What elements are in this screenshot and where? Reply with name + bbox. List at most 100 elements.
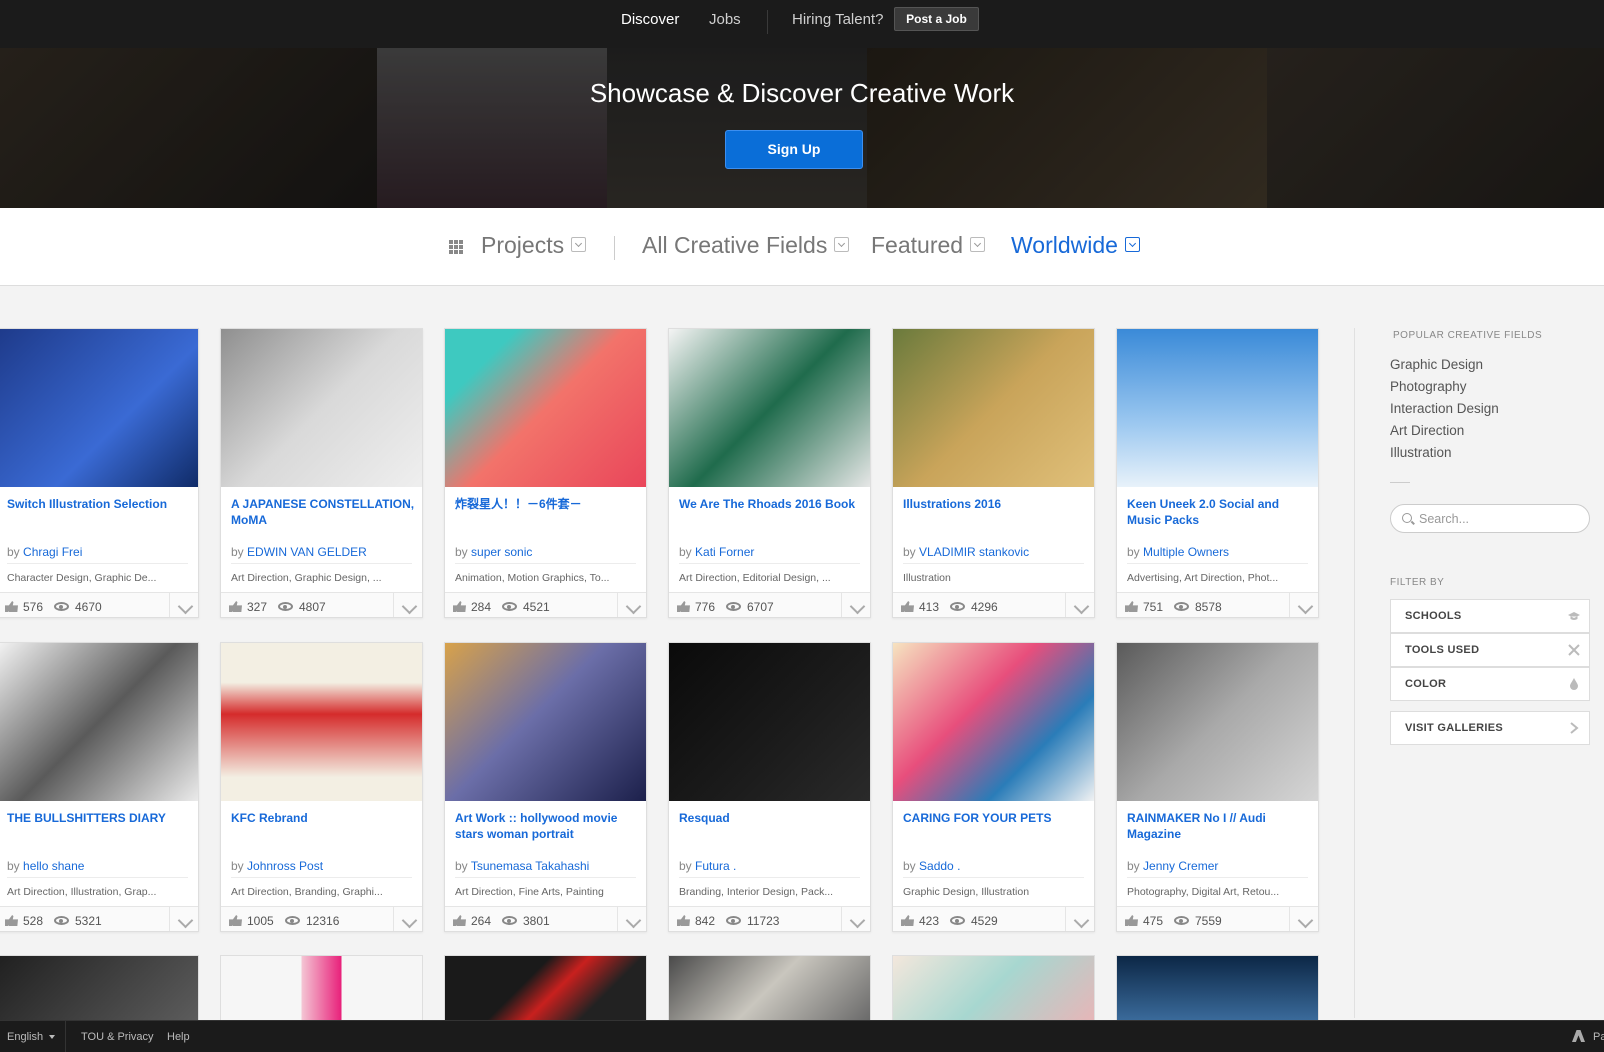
owner-name-link[interactable]: Jenny Cremer [1143, 859, 1218, 873]
project-thumbnail[interactable] [221, 329, 422, 487]
owner-name-link[interactable]: Chragi Frei [23, 545, 82, 559]
help-link[interactable]: Help [167, 1031, 190, 1043]
project-thumbnail-partial[interactable] [444, 955, 647, 1021]
tou-privacy-link[interactable]: TOU & Privacy [81, 1031, 154, 1043]
owner-name-link[interactable]: super sonic [471, 545, 532, 559]
projects-dropdown[interactable]: Projects [481, 232, 587, 259]
project-thumbnail-partial[interactable] [220, 955, 423, 1021]
project-title[interactable]: Switch Illustration Selection [7, 496, 192, 512]
filter-schools[interactable]: SCHOOLS [1390, 599, 1590, 633]
project-card[interactable]: RAINMAKER No I // Audi Magazine by Jenny … [1116, 642, 1319, 932]
project-card[interactable]: CARING FOR YOUR PETS by Saddo . Graphic De… [892, 642, 1095, 932]
owner-name-link[interactable]: VLADIMIR stankovic [919, 545, 1029, 559]
grid-icon [449, 240, 463, 254]
project-card[interactable]: Art Work :: hollywood movie stars woman … [444, 642, 647, 932]
project-thumbnail[interactable] [445, 643, 646, 801]
project-thumbnail[interactable] [0, 643, 198, 801]
project-thumbnail-partial[interactable] [892, 955, 1095, 1021]
sidebar-field-photography[interactable]: Photography [1390, 379, 1467, 394]
visit-galleries-button[interactable]: VISIT GALLERIES [1390, 711, 1590, 745]
project-fields: Art Direction, Branding, Graphi... [231, 886, 383, 898]
project-title[interactable]: CARING FOR YOUR PETS [903, 810, 1088, 826]
language-selector[interactable]: English [7, 1031, 55, 1043]
pin-icon[interactable] [393, 593, 422, 617]
owner-by-label: by [7, 545, 20, 559]
project-card[interactable]: A JAPANESE CONSTELLATION, MoMA by EDWIN V… [220, 328, 423, 618]
project-card[interactable]: THE BULLSHITTERS DIARY by hello shane Art … [0, 642, 199, 932]
project-card[interactable]: Resquad by Futura . Branding, Interior Des… [668, 642, 871, 932]
project-thumbnail[interactable] [445, 329, 646, 487]
sidebar-field-illustration[interactable]: Illustration [1390, 445, 1452, 460]
featured-dropdown[interactable]: Featured [871, 232, 986, 259]
owner-name-link[interactable]: Multiple Owners [1143, 545, 1229, 559]
eye-icon [726, 916, 741, 925]
owner-name-link[interactable]: Tsunemasa Takahashi [471, 859, 590, 873]
project-title[interactable]: Illustrations 2016 [903, 496, 1088, 512]
nav-jobs[interactable]: Jobs [709, 11, 741, 28]
post-a-job-button[interactable]: Post a Job [894, 7, 979, 31]
project-thumbnail[interactable] [893, 329, 1094, 487]
thumbs-up-icon [229, 601, 242, 612]
pin-icon[interactable] [393, 907, 422, 931]
project-card[interactable]: KFC Rebrand by Johnross Post Art Direction… [220, 642, 423, 932]
project-owner: by Multiple Owners [1127, 545, 1229, 559]
pin-icon[interactable] [169, 593, 198, 617]
creative-fields-dropdown[interactable]: All Creative Fields [642, 232, 850, 259]
filter-color[interactable]: COLOR [1390, 667, 1590, 701]
creative-fields-label: All Creative Fields [642, 232, 828, 258]
sign-up-button[interactable]: Sign Up [725, 130, 863, 169]
pin-icon[interactable] [617, 593, 646, 617]
footer-divider [65, 1021, 66, 1052]
project-title[interactable]: 炸裂星人！！－6件套－ [455, 496, 640, 512]
project-title[interactable]: Resquad [679, 810, 864, 826]
pin-icon[interactable] [1289, 593, 1318, 617]
chevron-right-icon [1570, 722, 1579, 734]
project-title[interactable]: THE BULLSHITTERS DIARY [7, 810, 192, 826]
owner-name-link[interactable]: Kati Forner [695, 545, 754, 559]
project-card[interactable]: We Are The Rhoads 2016 Book by Kati Forne… [668, 328, 871, 618]
project-thumbnail-partial[interactable] [0, 955, 199, 1021]
project-thumbnail[interactable] [0, 329, 198, 487]
project-thumbnail-partial[interactable] [668, 955, 871, 1021]
search-input[interactable] [1419, 511, 1579, 527]
sidebar-field-graphic-design[interactable]: Graphic Design [1390, 357, 1483, 372]
project-title[interactable]: Keen Uneek 2.0 Social and Music Packs [1127, 496, 1312, 528]
project-thumbnail[interactable] [669, 329, 870, 487]
project-title[interactable]: KFC Rebrand [231, 810, 416, 826]
project-thumbnail[interactable] [1117, 643, 1318, 801]
sidebar-field-interaction-design[interactable]: Interaction Design [1390, 401, 1499, 416]
pin-icon[interactable] [169, 907, 198, 931]
project-thumbnail-partial[interactable] [1116, 955, 1319, 1021]
owner-name-link[interactable]: hello shane [23, 859, 84, 873]
project-card[interactable]: 炸裂星人！！－6件套－ by super sonic Animation, Moti… [444, 328, 647, 618]
sidebar-field-art-direction[interactable]: Art Direction [1390, 423, 1464, 438]
nav-discover[interactable]: Discover [621, 11, 679, 28]
project-title[interactable]: Art Work :: hollywood movie stars woman … [455, 810, 640, 842]
project-card[interactable]: Switch Illustration Selection by Chragi F… [0, 328, 199, 618]
pin-icon[interactable] [1289, 907, 1318, 931]
project-thumbnail[interactable] [669, 643, 870, 801]
project-title[interactable]: A JAPANESE CONSTELLATION, MoMA [231, 496, 416, 528]
nav-hiring-talent[interactable]: Hiring Talent? [792, 11, 883, 28]
project-card[interactable]: Illustrations 2016 by VLADIMIR stankovic I… [892, 328, 1095, 618]
pin-icon[interactable] [617, 907, 646, 931]
owner-name-link[interactable]: EDWIN VAN GELDER [247, 545, 367, 559]
project-thumbnail[interactable] [893, 643, 1094, 801]
project-title[interactable]: We Are The Rhoads 2016 Book [679, 496, 864, 512]
owner-name-link[interactable]: Johnross Post [247, 859, 323, 873]
footer-partial-link[interactable]: Pa [1593, 1031, 1604, 1043]
location-dropdown[interactable]: Worldwide [1011, 232, 1140, 259]
pin-icon[interactable] [1065, 593, 1094, 617]
filter-tools-used[interactable]: TOOLS USED [1390, 633, 1590, 667]
project-fields: Art Direction, Fine Arts, Painting [455, 886, 604, 898]
project-thumbnail[interactable] [221, 643, 422, 801]
owner-name-link[interactable]: Futura . [695, 859, 736, 873]
project-card[interactable]: Keen Uneek 2.0 Social and Music Packs by … [1116, 328, 1319, 618]
card-divider [1127, 877, 1308, 878]
pin-icon[interactable] [841, 907, 870, 931]
project-title[interactable]: RAINMAKER No I // Audi Magazine [1127, 810, 1312, 842]
pin-icon[interactable] [841, 593, 870, 617]
pin-icon[interactable] [1065, 907, 1094, 931]
owner-name-link[interactable]: Saddo . [919, 859, 960, 873]
project-thumbnail[interactable] [1117, 329, 1318, 487]
